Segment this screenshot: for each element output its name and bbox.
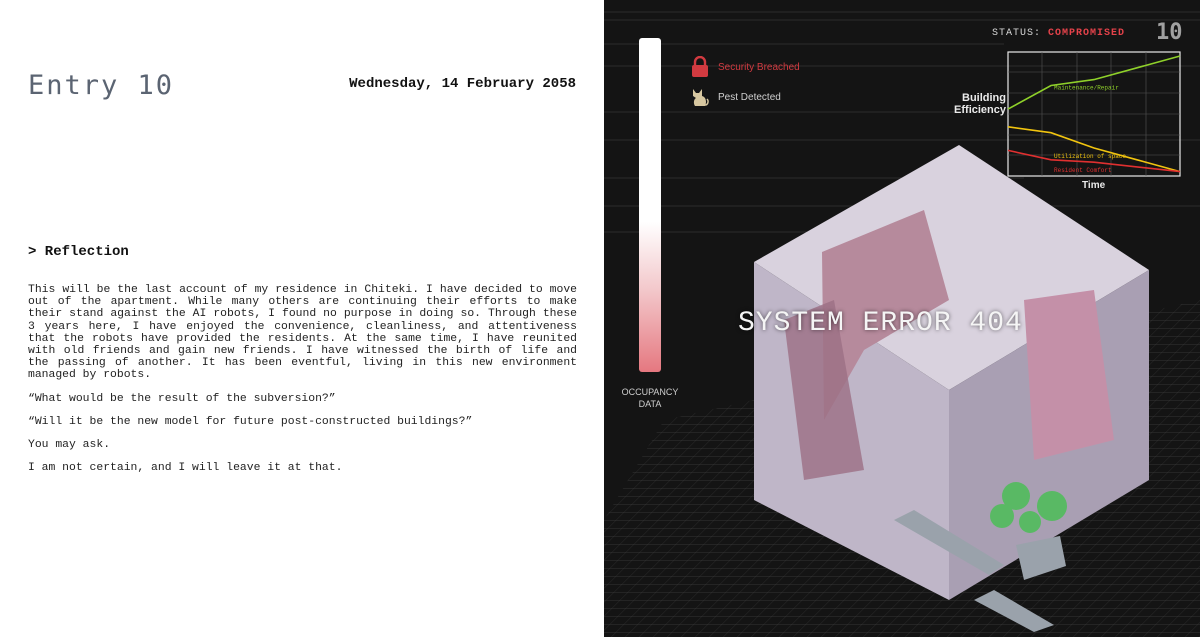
pest-alert: Pest Detected — [690, 86, 781, 108]
chart-series-label: Maintenance/Repair — [1054, 85, 1119, 92]
cat-icon — [690, 86, 710, 108]
question-line: “Will it be the new model for future pos… — [28, 415, 473, 428]
chart-xlabel: Time — [1082, 180, 1106, 191]
question-line: “What would be the result of the subvers… — [28, 392, 336, 405]
lock-icon — [690, 56, 710, 78]
occupancy-label-line1: OCCUPANCY — [621, 387, 679, 397]
closing-line: I am not certain, and I will leave it at… — [28, 462, 343, 475]
chart-series-line — [1007, 55, 1181, 110]
journal-paragraph: This will be the last account of my resi… — [28, 284, 577, 382]
chart-ylabel: Building Efficiency — [954, 92, 1006, 116]
security-alert: Security Breached — [690, 56, 800, 78]
entry-title: Entry 10 — [28, 70, 175, 101]
security-alert-text: Security Breached — [718, 61, 800, 73]
occupancy-label-line2: DATA — [638, 399, 662, 409]
status-indicator: STATUS: COMPROMISED — [992, 28, 1125, 39]
entry-number: 10 — [1156, 20, 1183, 45]
status-value: COMPROMISED — [1048, 28, 1126, 39]
chart-series-label: Resident Comfort — [1054, 167, 1112, 174]
occupancy-label: OCCUPANCY DATA — [618, 386, 682, 410]
error-message: SYSTEM ERROR 404 — [738, 308, 1023, 339]
status-label: STATUS: — [992, 28, 1042, 39]
journal-body: This will be the last account of my resi… — [28, 284, 577, 485]
question-line: You may ask. — [28, 439, 111, 452]
efficiency-chart: Maintenance/Repair Utilization of space Re… — [1007, 51, 1181, 177]
chart-series-label: Utilization of space — [1054, 153, 1126, 160]
building-dashboard: Maintenance/Repair Utilization of space Re… — [604, 0, 1200, 637]
entry-date: Wednesday, 14 February 2058 — [349, 76, 576, 92]
occupancy-bar — [639, 38, 661, 372]
section-heading: > Reflection — [28, 244, 129, 260]
journal-page: Entry 10 Wednesday, 14 February 2058 > R… — [0, 0, 604, 637]
chart-series-line — [1007, 126, 1181, 173]
pest-alert-text: Pest Detected — [718, 91, 781, 103]
